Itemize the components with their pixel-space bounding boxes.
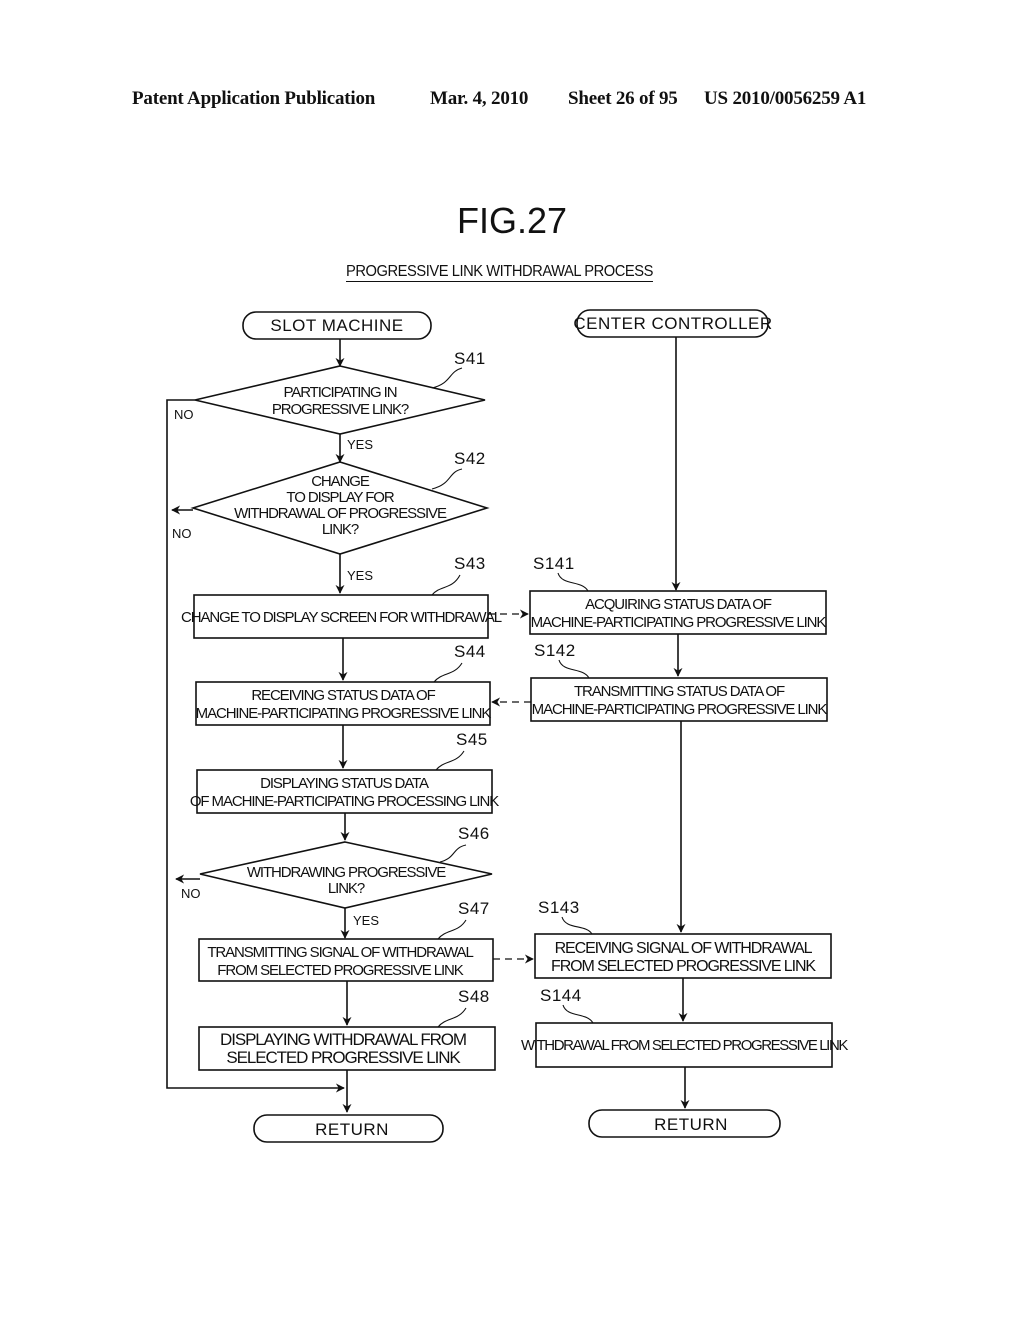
terminal-slot-machine: SLOT MACHINE [242,311,432,340]
process-s143: RECEIVING SIGNAL OF WITHDRAWAL FROM SELE… [534,933,832,979]
process-text: CHANGE TO DISPLAY SCREEN FOR WITHDRAWAL [181,609,502,626]
leader-line [437,1007,467,1028]
step-label-s48: S48 [458,987,490,1006]
decision-text: PROGRESSIVE LINK? [272,401,409,418]
decision-s46: WITHDRAWING PROGRESSIVE LINK? [199,841,493,909]
process-s48: DISPLAYING WITHDRAWAL FROM SELECTED PROG… [198,1026,496,1071]
step-label-s144: S144 [540,986,582,1005]
leader-line [437,919,467,940]
leader-line [433,662,463,683]
process-text: DISPLAYING STATUS DATA [260,775,429,792]
step-label-s47: S47 [458,899,490,918]
no-label: NO [172,526,192,541]
step-label-s45: S45 [456,730,488,749]
process-text: WITHDRAWAL FROM SELECTED PROGRESSIVE LIN… [521,1037,848,1054]
process-text: FROM SELECTED PROGRESSIVE LINK [551,958,816,975]
decision-text: WITHDRAWAL OF PROGRESSIVE [234,505,447,522]
process-s144: WITHDRAWAL FROM SELECTED PROGRESSIVE LIN… [521,1022,850,1068]
process-text: DISPLAYING WITHDRAWAL FROM [220,1030,466,1049]
terminal-label: RETURN [654,1115,728,1134]
process-s45: DISPLAYING STATUS DATA OF MACHINE-PARTIC… [190,769,500,814]
process-s142: TRANSMITTING STATUS DATA OF MACHINE-PART… [530,677,829,722]
process-s47: TRANSMITTING SIGNAL OF WITHDRAWAL FROM S… [198,938,494,982]
process-text: TRANSMITTING SIGNAL OF WITHDRAWAL [207,944,473,961]
terminal-return-slot: RETURN [253,1114,444,1143]
step-label-s46: S46 [458,824,490,843]
leader-line [431,468,463,490]
process-s44: RECEIVING STATUS DATA OF MACHINE-PARTICI… [195,681,493,726]
leader-line [431,574,461,596]
terminal-label: RETURN [315,1120,389,1139]
process-s43: CHANGE TO DISPLAY SCREEN FOR WITHDRAWAL [181,594,503,639]
terminal-label: CENTER CONTROLLER [573,314,772,333]
no-label: NO [181,886,201,901]
decision-text: CHANGE [311,473,370,490]
leader-line [557,572,589,592]
leader-line [439,844,467,863]
step-label-s44: S44 [454,642,486,661]
process-text: TRANSMITTING STATUS DATA OF [574,683,785,700]
process-text: OF MACHINE-PARTICIPATING PROCESSING LINK [190,793,499,810]
yes-label: YES [347,568,373,583]
terminal-label: SLOT MACHINE [270,316,403,335]
step-label-s41: S41 [454,349,486,368]
process-text: ACQUIRING STATUS DATA OF [585,596,772,613]
terminal-return-center: RETURN [588,1109,781,1138]
decision-text: PARTICIPATING IN [284,384,397,401]
decision-text: WITHDRAWING PROGRESSIVE [247,864,446,881]
process-text: SELECTED PROGRESSIVE LINK [226,1048,461,1067]
leader-line [435,750,465,771]
decision-text: LINK? [328,880,365,897]
leader-line [561,916,593,935]
decision-text: LINK? [322,521,359,538]
step-label-s142: S142 [534,641,576,660]
step-label-s43: S43 [454,554,486,573]
process-text: MACHINE-PARTICIPATING PROGRESSIVE LINK [196,705,492,722]
process-text: FROM SELECTED PROGRESSIVE LINK [217,962,463,979]
step-label-s141: S141 [533,554,575,573]
decision-text: TO DISPLAY FOR [286,489,394,506]
decision-s41: PARTICIPATING IN PROGRESSIVE LINK? [194,365,486,435]
leader-line [562,1004,594,1024]
leader-line [431,367,463,389]
step-label-s143: S143 [538,898,580,917]
process-s141: ACQUIRING STATUS DATA OF MACHINE-PARTICI… [529,590,828,635]
process-text: RECEIVING SIGNAL OF WITHDRAWAL [555,940,813,957]
leader-line [558,659,590,679]
decision-s42: CHANGE TO DISPLAY FOR WITHDRAWAL OF PROG… [190,461,490,555]
no-label: NO [174,407,194,422]
flowchart: SLOT MACHINE PARTICIPATING IN PROGRESSIV… [166,309,850,1143]
process-text: MACHINE-PARTICIPATING PROGRESSIVE LINK [532,701,828,718]
process-text: MACHINE-PARTICIPATING PROGRESSIVE LINK [531,614,827,631]
yes-label: YES [353,913,379,928]
process-text: RECEIVING STATUS DATA OF [251,687,435,704]
terminal-center-controller: CENTER CONTROLLER [573,309,772,338]
yes-label: YES [347,437,373,452]
step-label-s42: S42 [454,449,486,468]
